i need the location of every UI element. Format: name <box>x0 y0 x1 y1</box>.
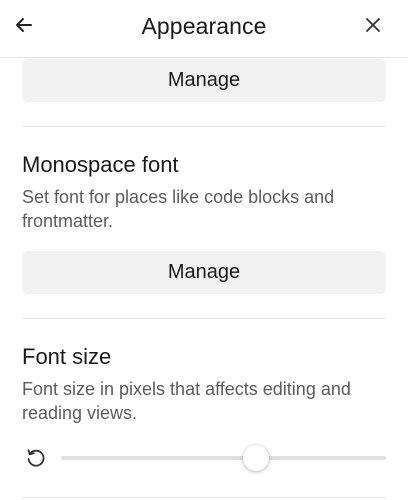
divider <box>22 126 386 127</box>
divider <box>22 497 386 498</box>
font-size-slider-thumb[interactable] <box>243 445 269 471</box>
page-title: Appearance <box>141 13 267 39</box>
font-size-title: Font size <box>22 344 112 369</box>
monospace-font-description: Set font for places like code blocks and… <box>22 187 335 231</box>
close-icon <box>366 18 380 32</box>
manage-button-top[interactable]: Manage <box>22 59 386 102</box>
font-size-description: Font size in pixels that affects editing… <box>22 379 351 423</box>
reset-icon[interactable] <box>25 447 47 469</box>
font-size-slider-track[interactable] <box>61 456 386 460</box>
header-bar: Appearance <box>0 0 408 58</box>
font-size-slider-row <box>22 441 386 475</box>
divider <box>22 318 386 319</box>
monospace-font-title: Monospace font <box>22 152 179 177</box>
close-button[interactable] <box>362 14 384 36</box>
appearance-settings-page: Appearance Manage Monospace font Set fon… <box>0 0 408 500</box>
manage-monospace-font-button[interactable]: Manage <box>22 251 386 294</box>
